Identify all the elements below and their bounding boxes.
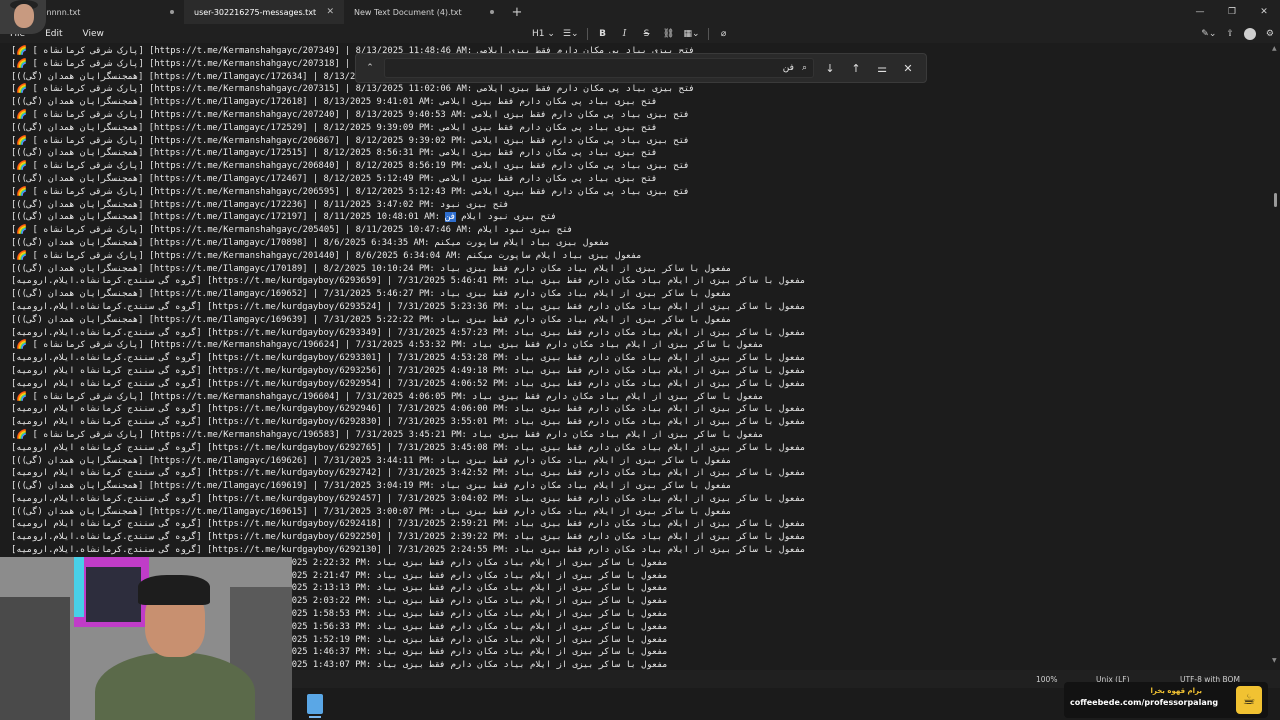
editor-line: [گروه گی سنندج کرمانشاه ایلام ارومیه] [h… <box>11 365 806 376</box>
notepad-taskbar-icon[interactable] <box>307 694 323 714</box>
webcam-led-strip <box>74 557 84 617</box>
editor-line: [گروه گی سنندج.کرمانشاه.ایلام.ارومیه] [h… <box>11 493 806 504</box>
window-controls: — ❐ ✕ <box>1184 0 1280 24</box>
title-bar: ...onnnn.txt user-302216275-messages.txt… <box>0 0 1280 24</box>
tab-2-label: user-302216275-messages.txt <box>194 7 317 17</box>
editor-line: [🌈 [ پارک شرقی کرمانشاه] [https://t.me/K… <box>11 429 764 440</box>
find-options-icon[interactable]: ⚌ <box>872 58 892 78</box>
zoom-level[interactable]: 100% <box>1036 675 1057 684</box>
heading-label: H1 <box>532 28 545 39</box>
search-icon: ⌕ <box>801 63 807 73</box>
editor-line: [گروه گی سنندج.کرمانشاه.ایلام.ارومیه] [h… <box>11 327 806 338</box>
editor-line: [گروه گی سنندج.کرمانشاه.ایلام.ارومیه] [h… <box>11 545 806 556</box>
editor-line: [(همجنسگرایان همدان (گی)] [https://t.me/… <box>11 481 732 492</box>
collapse-replace-icon[interactable]: ⌃ <box>362 63 378 73</box>
new-tab-button[interactable]: + <box>504 0 530 24</box>
list-dropdown-icon[interactable]: ☰⌄ <box>563 26 579 41</box>
webcam-overlay <box>0 557 292 720</box>
bold-button[interactable]: B <box>596 26 610 41</box>
unsaved-dot-icon <box>170 10 174 14</box>
editor-line: [گروه گی سنندج کرمانشاه ایلام ارومیه] [h… <box>11 404 806 415</box>
copilot-icon[interactable]: ✎⌄ <box>1201 29 1216 39</box>
editor-line: [(همجنسگرایان همدان (گی)] [https://t.me/… <box>11 122 658 133</box>
editor-line: [(همجنسگرایان همدان (گی)] [https://t.me/… <box>11 148 658 159</box>
clear-formatting-icon[interactable]: ⌀ <box>717 26 731 41</box>
tab-3[interactable]: New Text Document (4).txt <box>344 0 504 24</box>
avatar-face <box>14 4 34 28</box>
editor-line: [🌈 [ پارک شرقی کرمانشاه] [https://t.me/K… <box>11 161 690 172</box>
close-window-icon[interactable]: ✕ <box>1248 0 1280 24</box>
link-icon[interactable]: ⛓ <box>662 26 676 41</box>
divider <box>586 27 588 40</box>
unsaved-dot-icon <box>490 10 494 14</box>
find-query: فن <box>782 63 794 73</box>
editor-line: [گروه گی سنندج کرمانشاه ایلام ارومیه] [h… <box>11 519 806 530</box>
editor-line: [(همجنسگرایان همدان (گی)] [https://t.me/… <box>11 173 658 184</box>
editor-line: [(همجنسگرایان همدان (گی)] [https://t.me/… <box>11 199 509 210</box>
editor-line: [گروه گی سنندج کرمانشاه ایلام ارومیه] [h… <box>11 378 806 389</box>
webcam-person-cap <box>138 575 210 605</box>
format-toolbar: H1 ⌄ ☰⌄ B I S ⛓ ▦⌄ ⌀ <box>532 24 731 43</box>
editor-line: [🌈 [ پارک شرقی کرمانشاه] [https://t.me/K… <box>11 340 764 351</box>
donation-title: برام قهوه بخرا <box>1150 687 1202 695</box>
editor-line: [(همجنسگرایان همدان (گی)] [https://t.me/… <box>11 237 610 248</box>
minimize-icon[interactable]: — <box>1184 0 1216 24</box>
editor-line: [(همجنسگرایان همدان (گی)] [https://t.me/… <box>11 455 732 466</box>
corner-avatar <box>0 0 46 34</box>
active-app-indicator <box>309 716 321 718</box>
settings-gear-icon[interactable]: ⚙ <box>1266 29 1274 39</box>
tab-2[interactable]: user-302216275-messages.txt ✕ <box>184 0 344 24</box>
account-avatar[interactable] <box>1243 27 1256 40</box>
close-tab-icon[interactable]: ✕ <box>326 7 334 17</box>
tab-1[interactable]: ...onnnn.txt <box>24 0 184 24</box>
editor-line: [گروه گی سنندج.کرمانشاه.ایلام.ارومیه] [h… <box>11 353 806 364</box>
toolbar-right: ✎⌄ ⇪ ⚙ <box>1201 24 1274 43</box>
find-next-icon[interactable]: ↓ <box>820 58 840 78</box>
vertical-scrollbar[interactable]: ▲ ▼ <box>1270 43 1280 670</box>
editor-line: [🌈 [ پارک شرقی کرمانشاه] [https://t.me/K… <box>11 225 573 236</box>
editor-line: [🌈 [ پارک شرقی کرمانشاه] [https://t.me/K… <box>11 109 690 120</box>
editor-line: [گروه گی سنندج.کرمانشاه.ایلام.ارومیه] [h… <box>11 276 806 287</box>
editor-line: [(همجنسگرایان همدان (گی)] [https://t.me/… <box>11 506 732 517</box>
find-previous-icon[interactable]: ↑ <box>846 58 866 78</box>
webcam-monitor <box>86 567 141 622</box>
editor-line: [(همجنسگرایان همدان (گی)] [https://t.me/… <box>11 289 732 300</box>
editor-line: [گروه گی سنندج.کرمانشاه.ایلام.ارومیه] [h… <box>11 532 806 543</box>
search-match-highlight: فن <box>445 212 456 223</box>
editor-line: [🌈 [ پارک شرقی کرمانشاه] [https://t.me/K… <box>11 391 764 402</box>
italic-button[interactable]: I <box>618 26 632 41</box>
donation-badge: برام قهوه بخرا coffeebede.com/professorp… <box>1064 682 1268 718</box>
donation-url: coffeebede.com/professorpalang <box>1070 698 1219 707</box>
webcam-chair-left <box>0 597 70 720</box>
editor-line: [(همجنسگرایان همدان (گی)] [https://t.me/… <box>11 314 732 325</box>
share-icon[interactable]: ⇪ <box>1226 29 1234 39</box>
heading-dropdown[interactable]: H1 ⌄ <box>532 26 555 41</box>
scrollbar-thumb[interactable] <box>1274 193 1277 207</box>
editor-line: [🌈 [ پارک شرقی کرمانشاه] [https://t.me/K… <box>11 186 690 197</box>
scroll-up-icon[interactable]: ▲ <box>1272 45 1277 52</box>
table-icon[interactable]: ▦⌄ <box>684 26 700 41</box>
divider <box>707 27 709 40</box>
editor-line: [(همجنسگرایان همدان (گی)] [https://t.me/… <box>11 97 658 108</box>
maximize-icon[interactable]: ❐ <box>1216 0 1248 24</box>
tab-3-label: New Text Document (4).txt <box>354 7 462 17</box>
editor-line: [گروه گی سنندج کرمانشاه ایلام ارومیه] [h… <box>11 442 806 453</box>
close-find-icon[interactable]: ✕ <box>898 58 918 78</box>
editor-line: [🌈 [ پارک شرقی کرمانشاه] [https://t.me/K… <box>11 250 642 261</box>
scroll-down-icon[interactable]: ▼ <box>1272 657 1277 664</box>
coffee-cup-icon: ☕ <box>1236 686 1262 714</box>
editor-line: [🌈 [ پارک شرقی کرمانشاه] [https://t.me/K… <box>11 84 695 95</box>
editor-line: [(همجنسگرایان همدان (گی)] [https://t.me/… <box>11 263 732 274</box>
editor-line: [گروه گی سنندج.کرمانشاه.ایلام.ارومیه] [h… <box>11 301 806 312</box>
menu-view[interactable]: View <box>73 29 114 39</box>
find-bar: ⌃ فن ⌕ ↓ ↑ ⚌ ✕ <box>355 53 927 83</box>
editor-line: [🌈 [ پارک شرقی کرمانشاه] [https://t.me/K… <box>11 135 690 146</box>
editor-line: [گروه گی سنندج کرمانشاه ایلام ارومیه] [h… <box>11 468 806 479</box>
editor-line: [گروه گی سنندج کرمانشاه ایلام ارومیه] [h… <box>11 417 806 428</box>
find-input[interactable]: فن ⌕ <box>384 58 814 78</box>
editor-line: [(همجنسگرایان همدان (گی)] [https://t.me/… <box>11 212 557 223</box>
strikethrough-button[interactable]: S <box>640 26 654 41</box>
